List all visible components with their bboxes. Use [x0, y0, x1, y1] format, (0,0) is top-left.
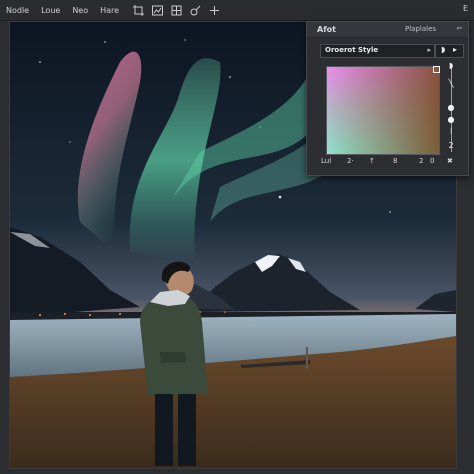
contrast-icon: ◗ — [441, 45, 446, 54]
menu-hare[interactable]: Hare — [100, 6, 119, 15]
panel-menu-icon[interactable]: ⌐ — [456, 24, 463, 33]
slider-value: 2 — [448, 141, 454, 150]
grid-icon[interactable] — [171, 5, 182, 16]
slider-dot-1: ● — [447, 103, 455, 112]
close-icon[interactable]: ✖ — [447, 157, 453, 165]
color-picker-field[interactable] — [326, 66, 440, 155]
style-label: Oroerot Style — [325, 46, 379, 54]
menu-bar: Nodle Loue Neo Hare E — [0, 0, 474, 21]
style-extra-control[interactable]: ◗ ▸ — [435, 44, 464, 58]
footer-value-3[interactable]: 2 — [419, 157, 423, 165]
slider-dots: ⁝ — [449, 127, 453, 136]
footer-value-1[interactable]: 2· — [347, 157, 354, 165]
arrow-up-icon[interactable]: ↑ — [369, 157, 375, 165]
menubar-right-label[interactable]: E — [463, 4, 468, 13]
side-slider[interactable]: ◗ ╲ ● ● ⁝ 2 — [443, 62, 461, 157]
menu-nodle[interactable]: Nodle — [6, 6, 29, 15]
footer-value-4[interactable]: 0 — [430, 157, 434, 165]
properties-panel: Afot Plaplales ⌐ Oroerot Style ▸ ◗ ▸ ◗ ╲… — [306, 21, 469, 176]
brush-icon[interactable] — [190, 5, 201, 16]
panel-title: Afot — [317, 25, 336, 34]
slider-dot-2: ● — [447, 115, 455, 124]
slider-handle[interactable]: ╲ — [446, 80, 456, 88]
slider-top-knob[interactable]: ◗ — [446, 62, 456, 70]
panel-header[interactable]: Afot Plaplales ⌐ — [307, 22, 468, 38]
chevron-right-icon: ▸ — [427, 46, 431, 54]
menu-loue[interactable]: Loue — [41, 6, 60, 15]
panel-tab[interactable]: Plaplales — [405, 25, 436, 33]
menu-neo[interactable]: Neo — [72, 6, 88, 15]
footer-value-2[interactable]: 8 — [393, 157, 397, 165]
add-icon[interactable] — [209, 5, 220, 16]
color-picker-cursor[interactable] — [433, 66, 440, 73]
arrow-right-icon: ▸ — [453, 45, 458, 54]
panel-footer: Lul 2· ↑ 8 2 0 ✖ — [313, 157, 463, 169]
chart-icon[interactable] — [152, 5, 164, 16]
color-gradient — [327, 67, 439, 154]
style-dropdown[interactable]: Oroerot Style ▸ — [320, 44, 435, 58]
footer-label: Lul — [321, 157, 332, 165]
crop-icon[interactable] — [133, 4, 145, 16]
